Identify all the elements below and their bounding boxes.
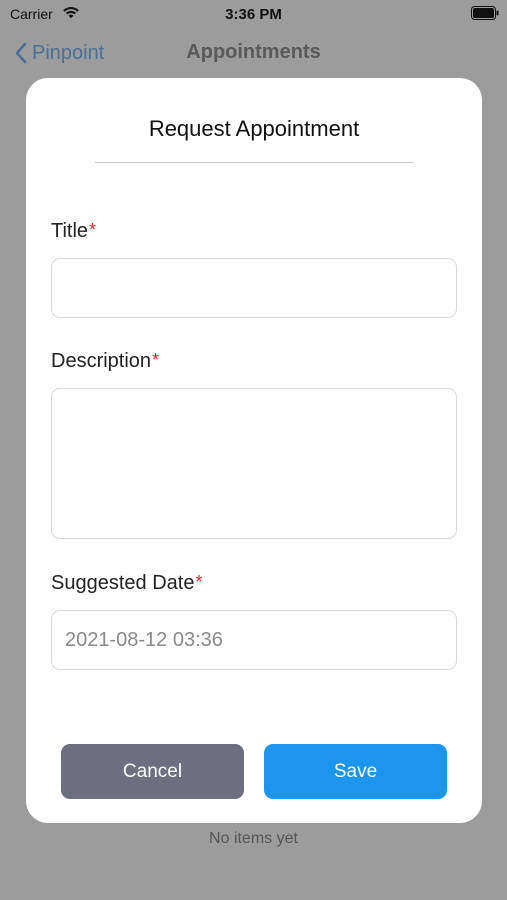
title-label-text: Title	[51, 220, 89, 242]
request-appointment-modal: Request Appointment Title* Description* …	[26, 78, 482, 823]
required-marker: *	[152, 350, 160, 370]
save-button[interactable]: Save	[264, 744, 447, 799]
status-bar: Carrier 3:36 PM	[0, 0, 507, 30]
title-input[interactable]	[51, 258, 457, 318]
navigation-bar: Pinpoint Appointments	[0, 30, 507, 76]
suggested-date-field-label: Suggested Date*	[51, 572, 202, 595]
suggested-date-input[interactable]	[51, 610, 457, 670]
status-time: 3:36 PM	[225, 6, 282, 23]
empty-state-text: No items yet	[209, 830, 298, 847]
title-divider	[95, 162, 413, 163]
battery-icon	[471, 6, 499, 20]
description-input[interactable]	[51, 388, 457, 539]
cancel-button[interactable]: Cancel	[61, 744, 244, 799]
description-field-label: Description*	[51, 350, 159, 373]
modal-title: Request Appointment	[148, 116, 360, 141]
required-marker: *	[89, 220, 97, 240]
nav-title: Appointments	[186, 41, 321, 63]
description-label-text: Description	[51, 350, 152, 372]
suggested-date-label-text: Suggested Date	[51, 572, 195, 594]
title-field-label: Title*	[51, 220, 96, 243]
required-marker: *	[195, 572, 203, 592]
